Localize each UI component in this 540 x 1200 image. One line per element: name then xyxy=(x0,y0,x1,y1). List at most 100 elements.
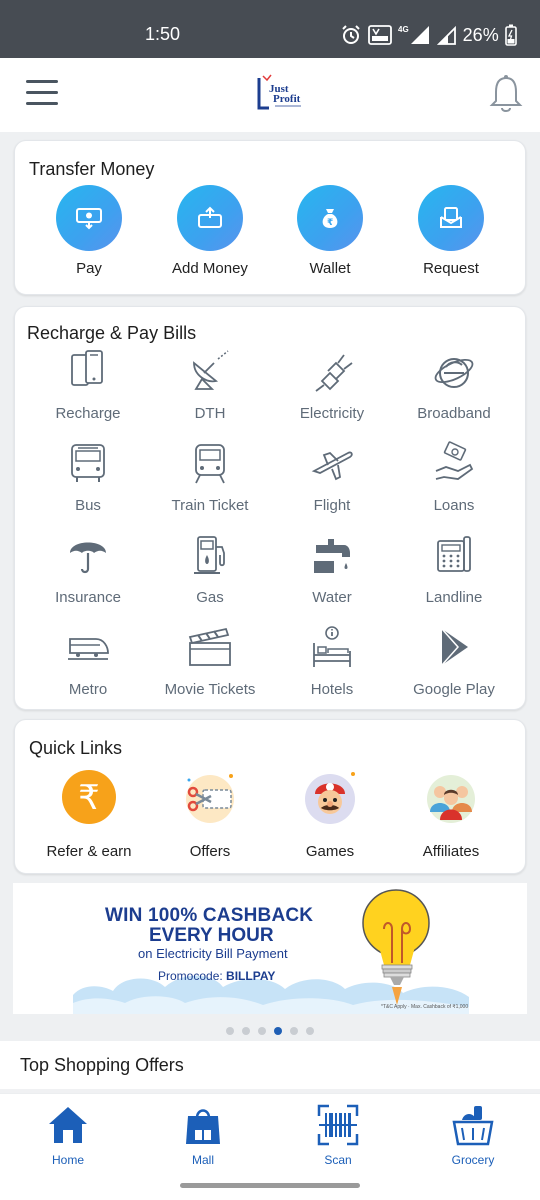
add-money-button[interactable]: Add Money xyxy=(150,185,270,277)
barcode-scan-icon xyxy=(317,1104,359,1146)
plug-icon xyxy=(315,354,353,392)
transfer-money-title: Transfer Money xyxy=(29,159,155,179)
affiliates-button[interactable]: Affiliates xyxy=(391,768,511,860)
flight-button[interactable]: Flight xyxy=(271,441,393,514)
gas-button[interactable]: Gas xyxy=(149,533,271,606)
quick-links-title: Quick Links xyxy=(29,738,123,758)
loans-button[interactable]: Loans xyxy=(393,441,515,514)
hotel-bed-icon xyxy=(313,626,351,667)
broadband-button[interactable]: Broadband xyxy=(393,349,515,422)
loan-hand-icon xyxy=(435,441,474,480)
wallet-label: Wallet xyxy=(309,260,351,277)
landline-button[interactable]: Landline xyxy=(393,533,515,606)
nav-scan[interactable]: Scan xyxy=(288,1104,388,1167)
water-button[interactable]: Water xyxy=(271,533,393,606)
recharge-button[interactable]: Recharge xyxy=(27,349,149,422)
shopping-bag-icon xyxy=(186,1109,220,1144)
banner-headline-2: EVERY HOUR xyxy=(149,925,274,946)
movie-tickets-button[interactable]: Movie Tickets xyxy=(149,625,271,698)
refer-earn-label: Refer & earn xyxy=(46,843,132,860)
status-icons: 4G 26% xyxy=(340,22,517,48)
refer-earn-button[interactable]: ₹ Refer & earn xyxy=(29,768,149,860)
recharge-pay-bills-card: Recharge & Pay Bills Recharge DTH Electr… xyxy=(14,306,526,710)
metro-button[interactable]: Metro xyxy=(27,625,149,698)
electricity-label: Electricity xyxy=(299,405,365,422)
insurance-button[interactable]: Insurance xyxy=(27,533,149,606)
carousel-indicator xyxy=(226,1027,314,1035)
grocery-basket-icon xyxy=(452,1106,494,1146)
hamburger-menu-icon[interactable] xyxy=(26,80,58,108)
banner-subtitle: on Electricity Bill Payment xyxy=(138,946,288,961)
notification-bell-icon[interactable] xyxy=(488,74,524,114)
promo-banner[interactable]: WIN 100% CASHBACK EVERY HOUR on Electric… xyxy=(13,883,527,1014)
train-ticket-label: Train Ticket xyxy=(171,497,249,514)
carousel-dot[interactable] xyxy=(258,1027,266,1035)
google-play-button[interactable]: Google Play xyxy=(393,625,515,698)
just-profit-logo: Just Profit xyxy=(255,72,305,114)
clapperboard-icon xyxy=(188,627,231,666)
add-money-icon xyxy=(177,185,243,251)
mobile-icon xyxy=(71,350,103,386)
carousel-dot[interactable] xyxy=(242,1027,250,1035)
landline-icon xyxy=(437,536,471,572)
signal-partial-icon xyxy=(436,25,456,45)
add-money-label: Add Money xyxy=(172,260,248,277)
carousel-dot[interactable] xyxy=(306,1027,314,1035)
internet-icon xyxy=(434,358,474,388)
electricity-button[interactable]: Electricity xyxy=(271,349,393,422)
gesture-bar[interactable] xyxy=(180,1183,360,1188)
top-shopping-offers-title: Top Shopping Offers xyxy=(20,1055,184,1075)
affiliates-label: Affiliates xyxy=(422,843,480,860)
nav-scan-label: Scan xyxy=(324,1153,352,1167)
quick-links-card: Quick Links ₹ Refer & earn Offers Games … xyxy=(14,719,526,874)
bus-button[interactable]: Bus xyxy=(27,441,149,514)
train-icon xyxy=(195,444,225,484)
request-button[interactable]: Request xyxy=(391,185,511,277)
insurance-label: Insurance xyxy=(55,589,121,606)
nav-grocery[interactable]: Grocery xyxy=(423,1104,523,1167)
app-header: Just Profit xyxy=(0,58,540,132)
bus-label: Bus xyxy=(75,497,101,514)
battery-charging-icon xyxy=(504,24,517,46)
games-button[interactable]: Games xyxy=(270,768,390,860)
transfer-money-card: Transfer Money Pay Add Money ₹ Wallet Re… xyxy=(14,140,526,295)
umbrella-icon xyxy=(70,542,106,574)
scissors-coupon-icon xyxy=(186,774,234,823)
recharge-label: Recharge xyxy=(55,405,121,422)
game-character-icon xyxy=(305,772,355,824)
offers-label: Offers xyxy=(189,843,231,860)
hotels-label: Hotels xyxy=(310,681,354,698)
train-ticket-button[interactable]: Train Ticket xyxy=(149,441,271,514)
banner-terms: *T&C Apply · Max. Cashback of ₹1,000 xyxy=(381,1004,469,1010)
system-gesture-area xyxy=(0,1171,540,1200)
nav-home[interactable]: Home xyxy=(18,1104,118,1167)
wallet-button[interactable]: ₹ Wallet xyxy=(270,185,390,277)
nav-mall[interactable]: Mall xyxy=(153,1104,253,1167)
light-bulb-icon xyxy=(362,889,430,1005)
nav-home-label: Home xyxy=(51,1153,84,1167)
flight-label: Flight xyxy=(313,497,351,514)
people-group-icon xyxy=(427,775,475,823)
battery-percent: 26% xyxy=(462,24,499,45)
metro-train-icon xyxy=(68,638,109,660)
dth-label: DTH xyxy=(194,405,226,422)
nav-grocery-label: Grocery xyxy=(451,1153,495,1167)
carousel-dot[interactable] xyxy=(226,1027,234,1035)
broadband-label: Broadband xyxy=(417,405,491,422)
carousel-dot[interactable] xyxy=(290,1027,298,1035)
gas-station-icon xyxy=(194,536,225,574)
home-icon xyxy=(49,1107,87,1143)
alarm-icon xyxy=(342,25,360,44)
nav-mall-label: Mall xyxy=(191,1153,214,1167)
pay-button[interactable]: Pay xyxy=(29,185,149,277)
offers-button[interactable]: Offers xyxy=(150,768,270,860)
top-shopping-offers-section: Top Shopping Offers xyxy=(0,1041,540,1089)
water-tap-icon xyxy=(314,539,350,573)
carousel-dot[interactable] xyxy=(274,1027,282,1035)
status-bar: 1:50 4G 26% xyxy=(0,0,540,58)
hotels-button[interactable]: Hotels xyxy=(271,625,393,698)
dth-button[interactable]: DTH xyxy=(149,349,271,422)
signal-full-icon xyxy=(410,26,429,44)
svg-text:Profit: Profit xyxy=(273,93,301,105)
svg-text:₹: ₹ xyxy=(78,778,100,818)
